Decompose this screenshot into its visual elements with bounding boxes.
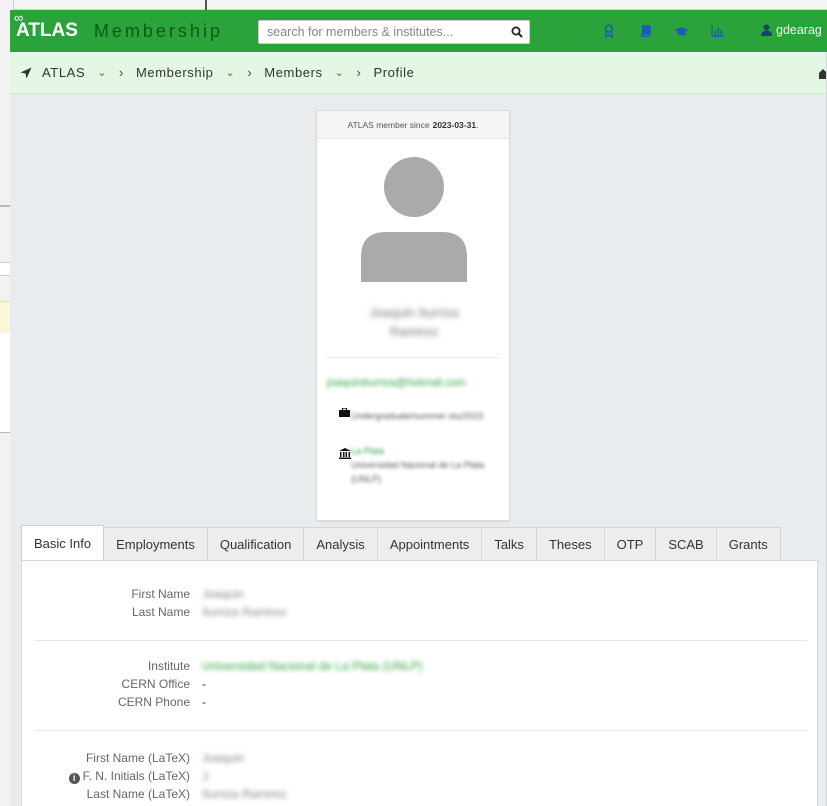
- institute-row: Institute Universidad Nacional de La Pla…: [32, 657, 423, 675]
- basic-info-panel: First Name Joaquin Last Name Iturriza Ra…: [21, 560, 818, 806]
- first-name-value: Joaquin: [202, 587, 245, 601]
- first-name-latex-row: First Name (LaTeX) Joaquin: [32, 749, 244, 767]
- tab-employments[interactable]: Employments: [103, 527, 208, 560]
- institute-short-link[interactable]: La Plata: [351, 444, 491, 458]
- institute-full-name: Universidad Nacional de La Plata (UNLP): [351, 460, 485, 484]
- user-menu[interactable]: gdearag: [761, 23, 822, 37]
- first-name-label: First Name: [131, 587, 190, 601]
- breadcrumb-item-membership[interactable]: Membership ⌄: [136, 65, 235, 80]
- background-window-titlebar: [0, 0, 827, 10]
- profile-tabs: Basic Info Employments Qualification Ana…: [21, 525, 781, 560]
- atlas-logo: ∞ ATLAS: [14, 10, 78, 41]
- location-arrow-icon: [20, 67, 32, 78]
- tab-scab[interactable]: SCAB: [655, 527, 717, 560]
- cern-office-label: CERN Office: [121, 677, 190, 691]
- fn-initials-latex-label: i F. N. Initials (LaTeX): [32, 767, 202, 785]
- tab-grants[interactable]: Grants: [715, 527, 781, 560]
- info-icon[interactable]: i: [68, 773, 80, 784]
- book-icon[interactable]: [632, 22, 658, 40]
- cern-phone-value: -: [202, 695, 206, 709]
- atlas-swirl-icon: ∞: [14, 10, 24, 25]
- graduation-cap-icon[interactable]: [668, 22, 694, 40]
- institute-value[interactable]: Universidad Nacional de La Plata (UNLP): [202, 657, 423, 675]
- institute-label: Institute: [147, 659, 190, 673]
- first-name-row: First Name Joaquin: [32, 585, 244, 603]
- cern-phone-label: CERN Phone: [117, 695, 190, 709]
- first-name-latex-label: First Name (LaTeX): [85, 751, 190, 765]
- tab-appointments[interactable]: Appointments: [376, 527, 483, 560]
- last-name-row: Last Name Iturriza Ramirez: [32, 603, 287, 621]
- last-name-label: Last Name: [131, 605, 190, 619]
- user-icon: [761, 24, 772, 36]
- fn-initials-latex-row: i F. N. Initials (LaTeX) J.: [32, 767, 211, 785]
- institution-icon: [339, 448, 351, 459]
- top-navbar: ∞ ATLAS Membership search for members & …: [10, 10, 827, 52]
- member-employment: Undergraduate/summer stu/2023: [351, 411, 484, 421]
- section-divider: [34, 640, 807, 641]
- bar-chart-icon[interactable]: [704, 22, 730, 40]
- app-window: ∞ ATLAS Membership search for members & …: [10, 10, 827, 806]
- tab-theses[interactable]: Theses: [535, 527, 605, 560]
- chevron-down-icon[interactable]: ⌄: [335, 66, 345, 79]
- fn-initials-latex-value: J.: [202, 769, 212, 783]
- chevron-right-icon: ›: [356, 65, 362, 80]
- award-icon[interactable]: [596, 22, 622, 40]
- breadcrumb-item-members[interactable]: Members ⌄: [264, 65, 344, 80]
- nav-icon-group: [596, 22, 740, 40]
- tab-talks[interactable]: Talks: [481, 527, 537, 560]
- profile-card: ATLAS member since 2023-03-31. Joaquin It…: [316, 110, 510, 521]
- background-window-divider: [205, 0, 207, 10]
- breadcrumb-item-atlas[interactable]: ATLAS ⌄: [42, 65, 107, 80]
- avatar-placeholder-icon: [361, 157, 467, 282]
- last-name-latex-row: Last Name (LaTeX) Iturriza Ramirez: [32, 785, 287, 803]
- member-institute: La Plata Universidad Nacional de La Plat…: [351, 444, 491, 486]
- last-name-value: Iturriza Ramirez: [202, 605, 287, 619]
- tab-basic-info[interactable]: Basic Info: [21, 525, 105, 560]
- app-name: Membership: [93, 20, 223, 41]
- tab-analysis[interactable]: Analysis: [303, 527, 378, 560]
- tab-otp[interactable]: OTP: [603, 527, 657, 560]
- cern-office-row: CERN Office -: [32, 675, 206, 693]
- member-name: Joaquin Iturriza Ramirez: [369, 305, 459, 339]
- card-divider: [327, 357, 499, 358]
- cern-phone-row: CERN Phone -: [32, 693, 206, 711]
- chevron-right-icon: ›: [247, 65, 253, 80]
- search-input[interactable]: [259, 21, 505, 43]
- breadcrumb-trail: ATLAS ⌄ › Membership ⌄ › Members ⌄ › Profil…: [20, 65, 415, 80]
- username: gdearag: [776, 23, 822, 37]
- section-divider: [34, 730, 807, 731]
- member-email[interactable]: joaquiniturriza@hotmail.com: [327, 377, 507, 389]
- breadcrumb: ATLAS ⌄ › Membership ⌄ › Members ⌄ › Profil…: [10, 52, 827, 94]
- last-name-latex-value: Iturriza Ramirez: [202, 787, 287, 801]
- brand[interactable]: ∞ ATLAS Membership: [14, 10, 223, 46]
- member-since: ATLAS member since 2023-03-31.: [317, 111, 509, 139]
- tab-qualification[interactable]: Qualification: [206, 527, 305, 560]
- chevron-down-icon[interactable]: ⌄: [97, 66, 107, 79]
- chevron-down-icon[interactable]: ⌄: [226, 66, 236, 79]
- search-icon[interactable]: [505, 21, 529, 43]
- first-name-latex-value: Joaquin: [202, 751, 245, 765]
- last-name-latex-label: Last Name (LaTeX): [86, 787, 190, 801]
- cern-office-value: -: [202, 677, 206, 691]
- breadcrumb-item-profile: Profile: [373, 65, 415, 80]
- chevron-right-icon: ›: [119, 65, 124, 80]
- search-box: [258, 20, 530, 44]
